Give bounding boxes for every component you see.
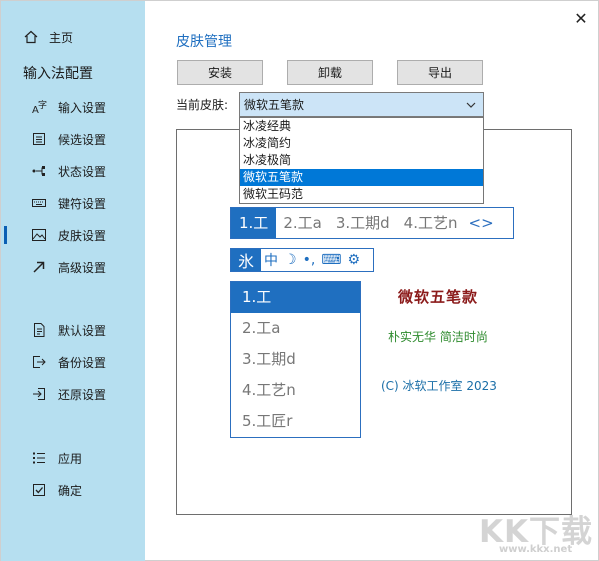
- sidebar-item-input-settings[interactable]: A字 输入设置: [1, 95, 145, 119]
- document-icon: [31, 322, 47, 338]
- sidebar-item-label: 备份设置: [58, 355, 107, 370]
- sidebar-item-skin-settings[interactable]: 皮肤设置: [1, 223, 145, 247]
- svg-text:字: 字: [38, 99, 47, 111]
- sidebar-item-key-settings[interactable]: 键符设置: [1, 191, 145, 215]
- text-input-icon: A字: [31, 99, 47, 115]
- close-button[interactable]: ✕: [569, 7, 593, 29]
- vertical-candidate-list: 1.工 2.工a 3.工期d 4.工艺n 5.工匠r: [230, 281, 361, 438]
- candidate-item: 3.工期d: [242, 350, 296, 368]
- sidebar-item-label: 输入设置: [58, 100, 107, 115]
- page-title: 皮肤管理: [176, 34, 232, 50]
- candidate-item: 2.工a: [242, 319, 281, 337]
- watermark-logo: KK下载 www.kkx.net: [479, 506, 597, 558]
- candidate-item: 1.工: [231, 208, 277, 238]
- checkbox-icon: [31, 482, 47, 498]
- sidebar-item-restore-settings[interactable]: 还原设置: [1, 382, 145, 406]
- candidate-item: 3.工期d: [335, 214, 390, 232]
- skin-slogan: 朴实无华 简洁时尚: [388, 330, 488, 344]
- image-icon: [31, 227, 47, 243]
- skin-name-text: 微软五笔款: [398, 288, 479, 306]
- chevron-down-icon: [466, 102, 476, 108]
- horizontal-candidate-bar: 1.工 2.工a 3.工期d 4.工艺n <>: [230, 207, 514, 239]
- import-icon: [31, 386, 47, 402]
- candidate-item: 4.工艺n: [242, 381, 296, 399]
- chinese-mode-icon: 中: [264, 253, 278, 269]
- sidebar-item-advanced-settings[interactable]: 高级设置: [1, 255, 145, 279]
- uninstall-button[interactable]: 卸载: [287, 60, 373, 85]
- home-nav-item[interactable]: 主页: [23, 27, 73, 47]
- skin-select[interactable]: 微软五笔款: [239, 92, 484, 117]
- sidebar-item-candidate-settings[interactable]: 候选设置: [1, 127, 145, 151]
- sidebar-item-label: 键符设置: [58, 196, 107, 211]
- apply-button[interactable]: 应用: [1, 446, 145, 470]
- skin-option[interactable]: 冰凌经典: [240, 118, 483, 135]
- candidate-item: 4.工艺n: [403, 214, 458, 232]
- export-button[interactable]: 导出: [397, 60, 483, 85]
- section-title: 输入法配置: [23, 66, 93, 82]
- settings-gear-icon: ⚙: [347, 252, 361, 268]
- ime-status-bar: 氷 中 ☽ •, ⌨ ⚙: [230, 248, 374, 272]
- status-icon: [31, 163, 47, 179]
- sidebar-item-label: 默认设置: [58, 323, 107, 338]
- settings-window: 主页 输入法配置 A字 输入设置 候选设置 状态设置 键符设置 皮肤设置 高级设…: [0, 0, 599, 561]
- skin-option[interactable]: 微软王码范: [240, 186, 483, 203]
- candidate-item: 5.工匠r: [242, 412, 293, 430]
- sidebar-item-label: 状态设置: [58, 164, 107, 179]
- skin-option[interactable]: 冰凌简约: [240, 135, 483, 152]
- candidate-item: 1.工: [231, 282, 360, 313]
- home-label: 主页: [49, 30, 74, 45]
- skin-copyright: (C) 冰软工作室 2023: [381, 379, 497, 393]
- skin-option-selected[interactable]: 微软五笔款: [240, 169, 483, 186]
- sidebar-item-label: 还原设置: [58, 387, 107, 402]
- skin-select-value: 微软五笔款: [244, 98, 305, 112]
- export-icon: [31, 354, 47, 370]
- ime-logo-icon: 氷: [231, 249, 261, 271]
- apply-label: 应用: [58, 451, 83, 466]
- arrow-up-right-icon: [31, 259, 47, 275]
- sidebar-item-label: 高级设置: [58, 260, 107, 275]
- watermark-url: www.kkx.net: [499, 544, 573, 555]
- skin-option[interactable]: 冰凌极简: [240, 152, 483, 169]
- candidate-list-icon: [31, 131, 47, 147]
- sidebar-item-label: 候选设置: [58, 132, 107, 147]
- ok-label: 确定: [58, 483, 83, 498]
- list-icon: [31, 450, 47, 466]
- half-width-icon: ☽: [284, 252, 297, 268]
- candidate-item: 2.工a: [283, 214, 322, 232]
- sidebar: 主页 输入法配置 A字 输入设置 候选设置 状态设置 键符设置 皮肤设置 高级设…: [1, 1, 145, 561]
- soft-keyboard-icon: ⌨: [321, 252, 342, 268]
- current-skin-label: 当前皮肤:: [176, 98, 229, 112]
- punctuation-icon: •,: [302, 252, 316, 268]
- sidebar-item-status-settings[interactable]: 状态设置: [1, 159, 145, 183]
- ok-button[interactable]: 确定: [1, 478, 145, 502]
- skin-dropdown-list: 冰凌经典 冰凌简约 冰凌极简 微软五笔款 微软王码范: [239, 117, 484, 204]
- page-nav-icon: <>: [468, 214, 494, 232]
- close-icon: ✕: [574, 8, 588, 28]
- sidebar-item-backup-settings[interactable]: 备份设置: [1, 350, 145, 374]
- sidebar-item-label: 皮肤设置: [58, 228, 107, 243]
- home-icon: [24, 30, 38, 44]
- sidebar-item-default-settings[interactable]: 默认设置: [1, 318, 145, 342]
- keyboard-icon: [31, 195, 47, 211]
- install-button[interactable]: 安装: [177, 60, 263, 85]
